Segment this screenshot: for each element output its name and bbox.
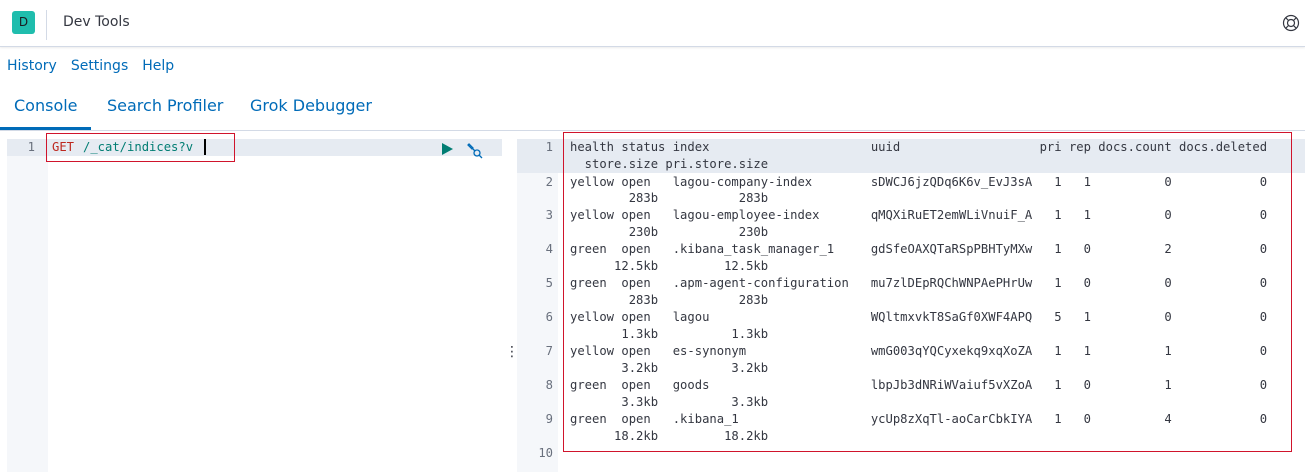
wrench-icon[interactable] — [466, 142, 484, 160]
request-editor[interactable]: 1 GET /_cat/indices?v — [7, 139, 502, 472]
top-divider — [46, 10, 47, 40]
output-line-number: 9 — [545, 412, 553, 426]
help-link[interactable]: Help — [142, 58, 174, 74]
app-logo[interactable]: D — [12, 11, 35, 34]
history-link[interactable]: History — [7, 58, 57, 74]
play-icon[interactable] — [440, 142, 454, 156]
tab-grok-debugger[interactable]: Grok Debugger — [250, 96, 372, 115]
top-links: History Settings Help — [7, 58, 188, 74]
output-line-number: 4 — [545, 242, 553, 256]
output-line-number: 8 — [545, 378, 553, 392]
output-line-number: 3 — [545, 208, 553, 222]
settings-link[interactable]: Settings — [71, 58, 128, 74]
help-circle-icon[interactable] — [1282, 14, 1300, 32]
line-number: 1 — [27, 140, 35, 154]
page-title: Dev Tools — [63, 14, 130, 30]
output-line-number: 1 — [545, 140, 553, 154]
tab-bar: Console Search Profiler Grok Debugger — [0, 90, 1305, 131]
active-tab-indicator — [0, 127, 91, 130]
request-highlight-box — [46, 133, 235, 162]
output-line-number: 7 — [545, 344, 553, 358]
tab-console[interactable]: Console — [14, 96, 78, 115]
tab-search-profiler[interactable]: Search Profiler — [107, 96, 223, 115]
output-line-number: 5 — [545, 276, 553, 290]
editor-gutter — [7, 139, 48, 472]
output-line-number: 6 — [545, 310, 553, 324]
output-line-number: 2 — [545, 175, 553, 189]
response-highlight-box — [563, 132, 1292, 452]
output-line-number: 10 — [538, 446, 553, 460]
top-bar: D Dev Tools — [0, 0, 1305, 47]
